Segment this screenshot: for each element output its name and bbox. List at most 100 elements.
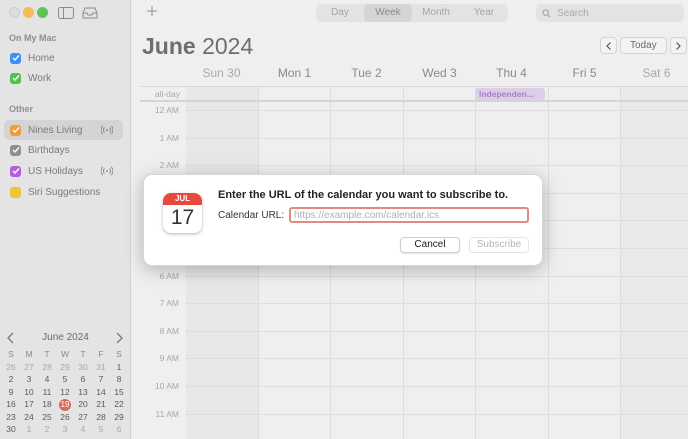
add-event-icon[interactable] — [145, 4, 159, 18]
mini-calendar-day[interactable]: 1 — [110, 361, 128, 374]
calendar-item-birthdays[interactable]: Birthdays — [4, 140, 123, 160]
broadcast-icon — [101, 166, 113, 176]
calendar-list-icon[interactable] — [58, 6, 74, 19]
hour-label: 7 AM — [159, 298, 179, 309]
next-week-button[interactable] — [669, 37, 687, 54]
mini-calendar-day[interactable]: 20 — [74, 398, 92, 411]
mini-calendar-day[interactable]: 19 — [56, 398, 74, 411]
calendar-item-nines-living[interactable]: Nines Living — [4, 120, 123, 140]
mini-calendar-day[interactable]: 22 — [110, 398, 128, 411]
mini-calendar-day[interactable]: 9 — [2, 386, 20, 399]
mini-weekday-label: T — [80, 349, 86, 359]
mini-calendar-day[interactable]: 16 — [2, 398, 20, 411]
mini-calendar-day[interactable]: 6 — [110, 423, 128, 436]
search-field[interactable]: Search — [536, 4, 684, 22]
mini-calendar-day[interactable]: 1 — [20, 423, 38, 436]
inbox-icon[interactable] — [82, 6, 98, 19]
hour-label: 11 AM — [155, 408, 179, 419]
mini-calendar-day[interactable]: 15 — [110, 386, 128, 399]
calendar-url-input[interactable] — [289, 207, 529, 223]
mini-calendar-day[interactable]: 27 — [74, 411, 92, 424]
hour-gridline — [185, 165, 688, 167]
hour-label: 2 AM — [159, 160, 179, 171]
calendar-item-work[interactable]: Work — [4, 68, 123, 88]
today-button[interactable]: Today — [620, 37, 667, 54]
mini-calendar-day[interactable]: 5 — [56, 373, 74, 386]
cancel-button[interactable]: Cancel — [400, 237, 460, 253]
mini-calendar-day[interactable]: 25 — [38, 411, 56, 424]
mini-calendar-day[interactable]: 3 — [56, 423, 74, 436]
checkbox-icon[interactable] — [10, 144, 21, 156]
mini-weekday-label: T — [44, 349, 50, 359]
view-week-tab[interactable]: Week — [364, 4, 412, 22]
mini-weekday-label: M — [25, 349, 33, 359]
mini-calendar-day[interactable]: 2 — [2, 373, 20, 386]
checkbox-icon[interactable] — [10, 124, 21, 136]
mini-calendar-day[interactable]: 14 — [92, 386, 110, 399]
search-icon — [542, 8, 551, 17]
mini-calendar-day[interactable]: 24 — [20, 411, 38, 424]
mini-calendar-day[interactable]: 10 — [20, 386, 38, 399]
mini-calendar-day[interactable]: 17 — [20, 398, 38, 411]
on-my-mac-header: On My Mac — [9, 33, 57, 43]
hour-label: 1 AM — [159, 132, 179, 143]
mini-calendar: June 2024 S M T W T F S 26 27 28 29 30 31 1 2 3 4 5 6 7 8 9 10… — [0, 330, 131, 436]
view-month-tab[interactable]: Month — [412, 4, 460, 22]
window-zoom-button[interactable] — [37, 7, 48, 18]
checkbox-icon[interactable] — [10, 186, 21, 198]
mini-calendar-day[interactable]: 6 — [74, 373, 92, 386]
calendar-item-label: Birthdays — [28, 144, 70, 156]
all-day-event[interactable]: Independen... — [475, 88, 545, 100]
all-day-label: all-day — [154, 89, 180, 99]
mini-calendar-day[interactable]: 29 — [56, 361, 74, 374]
subscribe-button[interactable]: Subscribe — [469, 237, 529, 253]
chevron-right-icon[interactable] — [114, 332, 124, 344]
mini-calendar-day[interactable]: 30 — [2, 423, 20, 436]
mini-calendar-day[interactable]: 26 — [56, 411, 74, 424]
mini-calendar-day[interactable]: 28 — [92, 411, 110, 424]
day-header[interactable]: Sat 6 — [620, 66, 688, 80]
mini-calendar-day[interactable]: 27 — [20, 361, 38, 374]
search-placeholder: Search — [557, 7, 589, 19]
time-grid[interactable]: 12 AM1 AM2 AM3 AM4 AM5 AM6 AM7 AM8 AM9 A… — [131, 104, 688, 439]
mini-calendar-day[interactable]: 2 — [38, 423, 56, 436]
calendar-item-home[interactable]: Home — [4, 48, 123, 68]
mini-weekday-label: F — [98, 349, 104, 359]
mini-calendar-day[interactable]: 11 — [38, 386, 56, 399]
previous-week-button[interactable] — [600, 37, 617, 54]
mini-calendar-day[interactable]: 30 — [74, 361, 92, 374]
calendar-item-siri-suggestions[interactable]: Siri Suggestions — [4, 182, 123, 202]
day-header[interactable]: Tue 2 — [330, 66, 403, 80]
mini-calendar-day[interactable]: 31 — [92, 361, 110, 374]
day-header[interactable]: Wed 3 — [403, 66, 476, 80]
hour-gridline — [185, 275, 688, 277]
view-year-tab[interactable]: Year — [460, 4, 508, 22]
mini-calendar-day[interactable]: 21 — [92, 398, 110, 411]
mini-calendar-day[interactable]: 18 — [38, 398, 56, 411]
calendar-item-us-holidays[interactable]: US Holidays — [4, 161, 123, 181]
mini-calendar-day[interactable]: 29 — [110, 411, 128, 424]
chevron-left-icon[interactable] — [6, 332, 16, 344]
day-header[interactable]: Thu 4 — [475, 66, 548, 80]
day-header[interactable]: Fri 5 — [548, 66, 621, 80]
mini-calendar-day[interactable]: 26 — [2, 361, 20, 374]
mini-calendar-day[interactable]: 4 — [74, 423, 92, 436]
mini-calendar-day[interactable]: 28 — [38, 361, 56, 374]
day-header[interactable]: Mon 1 — [258, 66, 331, 80]
view-day-tab[interactable]: Day — [316, 4, 364, 22]
mini-calendar-day[interactable]: 7 — [92, 373, 110, 386]
window-close-button[interactable] — [9, 7, 20, 18]
mini-calendar-day[interactable]: 23 — [2, 411, 20, 424]
checkbox-icon[interactable] — [10, 165, 21, 177]
mini-calendar-day[interactable]: 5 — [92, 423, 110, 436]
mini-calendar-day[interactable]: 4 — [38, 373, 56, 386]
mini-calendar-day[interactable]: 8 — [110, 373, 128, 386]
hour-gridline — [185, 110, 688, 111]
mini-calendar-day[interactable]: 3 — [20, 373, 38, 386]
window-minimize-button[interactable] — [23, 7, 34, 18]
checkbox-icon[interactable] — [10, 72, 21, 84]
mini-calendar-day[interactable]: 12 — [56, 386, 74, 399]
checkbox-icon[interactable] — [10, 52, 21, 64]
mini-calendar-day[interactable]: 13 — [74, 386, 92, 399]
day-header[interactable]: Sun 30 — [185, 66, 258, 80]
